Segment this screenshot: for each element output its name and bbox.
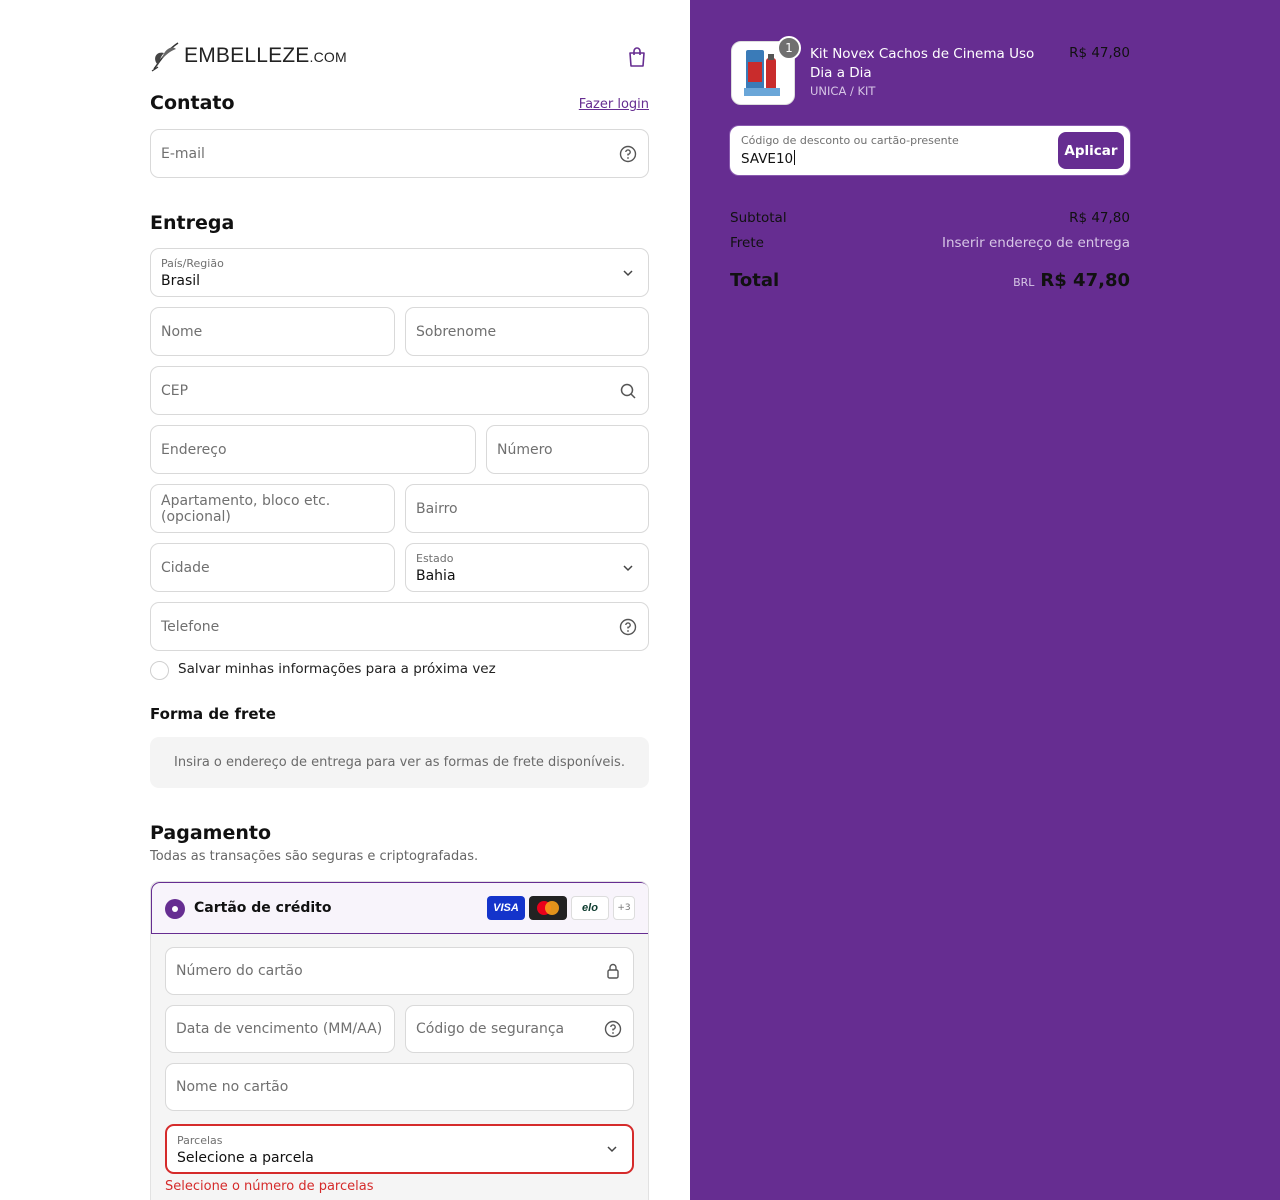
security-code-field[interactable]: Código de segurança [405, 1005, 634, 1053]
last-name-field[interactable]: Sobrenome [405, 307, 649, 356]
credit-card-radio[interactable] [165, 899, 185, 919]
elo-icon: elo [571, 896, 609, 920]
brand-name: EMBELLEZE.COM [184, 44, 347, 67]
product-variant: UNICA / KIT [810, 84, 876, 98]
search-icon[interactable] [619, 382, 637, 400]
apartment-field[interactable]: Apartamento, bloco etc. (opcional) [150, 484, 395, 533]
total-row: Total BRL R$ 47,80 [730, 270, 1130, 291]
mastercard-icon [529, 896, 567, 920]
district-field[interactable]: Bairro [405, 484, 649, 533]
product-name: Kit Novex Cachos de Cinema Uso Dia a Dia [810, 46, 1035, 81]
shipping-notice: Insira o endereço de entrega para ver as… [150, 737, 649, 788]
subtotal-label: Subtotal [730, 210, 787, 226]
subtotal-value: R$ 47,80 [1069, 210, 1130, 226]
subtotal-row: Subtotal R$ 47,80 [730, 210, 1130, 226]
more-brands-badge: +3 [613, 896, 635, 920]
currency-code: BRL [1013, 276, 1035, 289]
total-value: R$ 47,80 [1040, 270, 1130, 291]
phone-placeholder: Telefone [161, 618, 220, 635]
email-field[interactable]: E-mail [150, 129, 649, 178]
state-value: Bahia [416, 568, 456, 584]
installments-select[interactable]: Parcelas Selecione a parcela [165, 1124, 634, 1174]
first-name-field[interactable]: Nome [150, 307, 395, 356]
save-info-label: Salvar minhas informações para a próxima… [178, 661, 496, 677]
shipping-label: Frete [730, 235, 764, 251]
number-field[interactable]: Número [486, 425, 649, 474]
chevron-down-icon [623, 269, 633, 276]
installments-label: Parcelas [177, 1134, 223, 1147]
total-label: Total [730, 270, 780, 291]
first-name-placeholder: Nome [161, 323, 203, 340]
chevron-down-icon [607, 1146, 617, 1153]
help-circle-icon[interactable] [619, 145, 637, 163]
apartment-placeholder: Apartamento, bloco etc. (opcional) [161, 492, 331, 525]
expiry-field[interactable]: Data de vencimento (MM/AA) [165, 1005, 395, 1053]
save-info-checkbox[interactable] [150, 661, 169, 680]
last-name-placeholder: Sobrenome [416, 323, 497, 340]
total-amount: BRL R$ 47,80 [1013, 270, 1130, 291]
chevron-down-icon [623, 564, 633, 571]
address-placeholder: Endereço [161, 441, 227, 458]
district-placeholder: Bairro [416, 500, 458, 517]
state-select[interactable]: Estado Bahia [405, 543, 649, 592]
card-number-field[interactable]: Número do cartão [165, 947, 634, 995]
installments-error: Selecione o número de parcelas [165, 1179, 374, 1194]
country-label: País/Região [161, 257, 224, 270]
order-summary-panel [690, 0, 1280, 1200]
security-code-placeholder: Código de segurança [416, 1021, 565, 1037]
credit-card-label: Cartão de crédito [194, 900, 332, 916]
shipping-title: Forma de frete [150, 705, 276, 723]
shopping-bag-icon[interactable] [626, 46, 648, 68]
quantity-badge: 1 [777, 36, 801, 60]
address-field[interactable]: Endereço [150, 425, 476, 474]
shipping-value: Inserir endereço de entrega [941, 235, 1130, 251]
contact-title: Contato [150, 92, 235, 114]
apply-discount-button[interactable]: Aplicar [1058, 132, 1124, 169]
email-placeholder: E-mail [161, 145, 205, 162]
payment-subtitle: Todas as transações são seguras e cripto… [150, 849, 479, 864]
delivery-title: Entrega [150, 212, 235, 234]
installments-value: Selecione a parcela [177, 1150, 314, 1166]
help-circle-icon[interactable] [619, 618, 637, 636]
help-circle-icon[interactable] [604, 1020, 622, 1038]
card-brand-badges: VISA elo +3 [487, 896, 635, 920]
discount-code-field[interactable]: Código de desconto ou cartão-presente SA… [730, 126, 1130, 175]
login-link[interactable]: Fazer login [579, 97, 649, 112]
city-field[interactable]: Cidade [150, 543, 395, 592]
phone-field[interactable]: Telefone [150, 602, 649, 651]
payment-title: Pagamento [150, 822, 272, 844]
product-price: R$ 47,80 [1069, 45, 1130, 61]
country-value: Brasil [161, 273, 201, 289]
credit-card-option[interactable]: Cartão de crédito VISA elo +3 [151, 882, 648, 934]
discount-value: SAVE10 [741, 150, 796, 167]
state-label: Estado [416, 552, 454, 565]
checkout-form-panel: EMBELLEZE.COM Contato Fazer login E-mail… [0, 0, 690, 1200]
country-select[interactable]: País/Região Brasil [150, 248, 649, 297]
number-placeholder: Número [497, 441, 553, 458]
visa-icon: VISA [487, 896, 525, 920]
expiry-placeholder: Data de vencimento (MM/AA) [176, 1021, 383, 1037]
brand-logo[interactable]: EMBELLEZE.COM [150, 38, 347, 74]
butterfly-logo-icon [151, 42, 179, 72]
card-name-field[interactable]: Nome no cartão [165, 1063, 634, 1111]
discount-label: Código de desconto ou cartão-presente [741, 134, 959, 147]
cep-field[interactable]: CEP [150, 366, 649, 415]
shipping-row: Frete Inserir endereço de entrega [730, 235, 1130, 251]
card-number-placeholder: Número do cartão [176, 963, 303, 979]
lock-icon [607, 963, 619, 979]
card-name-placeholder: Nome no cartão [176, 1079, 289, 1095]
city-placeholder: Cidade [161, 559, 210, 576]
cep-placeholder: CEP [161, 382, 189, 399]
